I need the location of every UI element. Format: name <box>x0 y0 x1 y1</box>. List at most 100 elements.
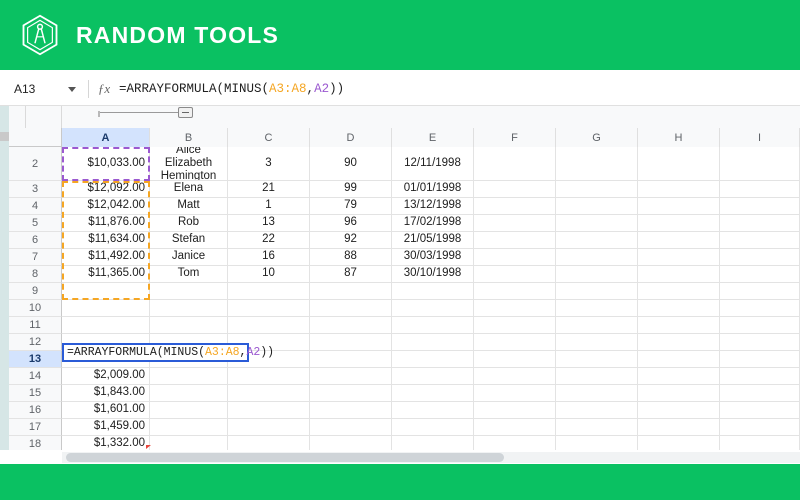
cell-I14[interactable] <box>720 368 800 385</box>
cell-B2[interactable]: Alice Elizabeth Hemington <box>150 147 228 181</box>
cell-F2[interactable] <box>474 147 556 181</box>
cell-D9[interactable] <box>310 283 392 300</box>
cell-C6[interactable]: 22 <box>228 232 310 249</box>
cell-E11[interactable] <box>392 317 474 334</box>
row-header-3[interactable]: 3 <box>9 181 62 198</box>
cell-H17[interactable] <box>638 419 720 436</box>
cell-D6[interactable]: 92 <box>310 232 392 249</box>
row-header-8[interactable]: 8 <box>9 266 62 283</box>
cell-C5[interactable]: 13 <box>228 215 310 232</box>
cell-D15[interactable] <box>310 385 392 402</box>
cell-D18[interactable] <box>310 436 392 450</box>
cell-H12[interactable] <box>638 334 720 351</box>
cell-G17[interactable] <box>556 419 638 436</box>
cell-F4[interactable] <box>474 198 556 215</box>
cell-A3[interactable]: $12,092.00 <box>62 181 150 198</box>
cell-F13[interactable] <box>474 351 556 368</box>
cell-D17[interactable] <box>310 419 392 436</box>
row-header-9[interactable]: 9 <box>9 283 62 300</box>
cell-D11[interactable] <box>310 317 392 334</box>
cell-H15[interactable] <box>638 385 720 402</box>
cell-I6[interactable] <box>720 232 800 249</box>
row-header-18[interactable]: 18 <box>9 436 62 450</box>
cell-H6[interactable] <box>638 232 720 249</box>
cell-E17[interactable] <box>392 419 474 436</box>
cell-E7[interactable]: 30/03/1998 <box>392 249 474 266</box>
row-header-14[interactable]: 14 <box>9 368 62 385</box>
cell-E9[interactable] <box>392 283 474 300</box>
column-header-e[interactable]: E <box>392 128 474 147</box>
cell-B5[interactable]: Rob <box>150 215 228 232</box>
column-header-a[interactable]: A <box>62 128 150 147</box>
cell-G14[interactable] <box>556 368 638 385</box>
cell-H10[interactable] <box>638 300 720 317</box>
cell-D14[interactable] <box>310 368 392 385</box>
row-header-6[interactable]: 6 <box>9 232 62 249</box>
row-header-7[interactable]: 7 <box>9 249 62 266</box>
cell-F6[interactable] <box>474 232 556 249</box>
cell-C4[interactable]: 1 <box>228 198 310 215</box>
cell-D13[interactable] <box>310 351 392 368</box>
cell-H2[interactable] <box>638 147 720 181</box>
cell-I4[interactable] <box>720 198 800 215</box>
cell-F18[interactable] <box>474 436 556 450</box>
cell-G18[interactable] <box>556 436 638 450</box>
cell-editor-a13[interactable]: =ARRAYFORMULA(MINUS(A3:A8, A2)) <box>62 343 274 362</box>
cell-E3[interactable]: 01/01/1998 <box>392 181 474 198</box>
cell-C14[interactable] <box>228 368 310 385</box>
cell-G8[interactable] <box>556 266 638 283</box>
cell-C8[interactable]: 10 <box>228 266 310 283</box>
select-all-corner[interactable] <box>9 128 62 147</box>
column-header-i[interactable]: I <box>720 128 800 147</box>
cell-I8[interactable] <box>720 266 800 283</box>
cell-H16[interactable] <box>638 402 720 419</box>
row-header-16[interactable]: 16 <box>9 402 62 419</box>
cell-G11[interactable] <box>556 317 638 334</box>
cell-A18[interactable]: $1,332.00 <box>62 436 150 450</box>
row-header-2[interactable]: 2 <box>9 147 62 181</box>
cell-E16[interactable] <box>392 402 474 419</box>
cell-H3[interactable] <box>638 181 720 198</box>
cell-G12[interactable] <box>556 334 638 351</box>
cell-F8[interactable] <box>474 266 556 283</box>
cell-H5[interactable] <box>638 215 720 232</box>
cell-C11[interactable] <box>228 317 310 334</box>
column-header-b[interactable]: B <box>150 128 228 147</box>
cell-E6[interactable]: 21/05/1998 <box>392 232 474 249</box>
cell-I5[interactable] <box>720 215 800 232</box>
cell-E10[interactable] <box>392 300 474 317</box>
cell-A17[interactable]: $1,459.00 <box>62 419 150 436</box>
cell-B8[interactable]: Tom <box>150 266 228 283</box>
cell-I9[interactable] <box>720 283 800 300</box>
cell-G13[interactable] <box>556 351 638 368</box>
cell-D5[interactable]: 96 <box>310 215 392 232</box>
cell-B11[interactable] <box>150 317 228 334</box>
cell-A15[interactable]: $1,843.00 <box>62 385 150 402</box>
cell-F14[interactable] <box>474 368 556 385</box>
cell-D7[interactable]: 88 <box>310 249 392 266</box>
cell-H13[interactable] <box>638 351 720 368</box>
cell-C2[interactable]: 3 <box>228 147 310 181</box>
cell-C3[interactable]: 21 <box>228 181 310 198</box>
cell-F10[interactable] <box>474 300 556 317</box>
cell-A11[interactable] <box>62 317 150 334</box>
row-header-17[interactable]: 17 <box>9 419 62 436</box>
cell-I18[interactable] <box>720 436 800 450</box>
row-header-10[interactable]: 10 <box>9 300 62 317</box>
cell-B18[interactable] <box>150 436 228 450</box>
cell-E2[interactable]: 12/11/1998 <box>392 147 474 181</box>
cell-I3[interactable] <box>720 181 800 198</box>
row-header-15[interactable]: 15 <box>9 385 62 402</box>
cell-I11[interactable] <box>720 317 800 334</box>
cell-H9[interactable] <box>638 283 720 300</box>
cell-C15[interactable] <box>228 385 310 402</box>
column-header-h[interactable]: H <box>638 128 720 147</box>
cell-I7[interactable] <box>720 249 800 266</box>
cell-G15[interactable] <box>556 385 638 402</box>
cell-A5[interactable]: $11,876.00 <box>62 215 150 232</box>
cell-G10[interactable] <box>556 300 638 317</box>
cell-G9[interactable] <box>556 283 638 300</box>
cell-H7[interactable] <box>638 249 720 266</box>
cell-H18[interactable] <box>638 436 720 450</box>
cell-I17[interactable] <box>720 419 800 436</box>
